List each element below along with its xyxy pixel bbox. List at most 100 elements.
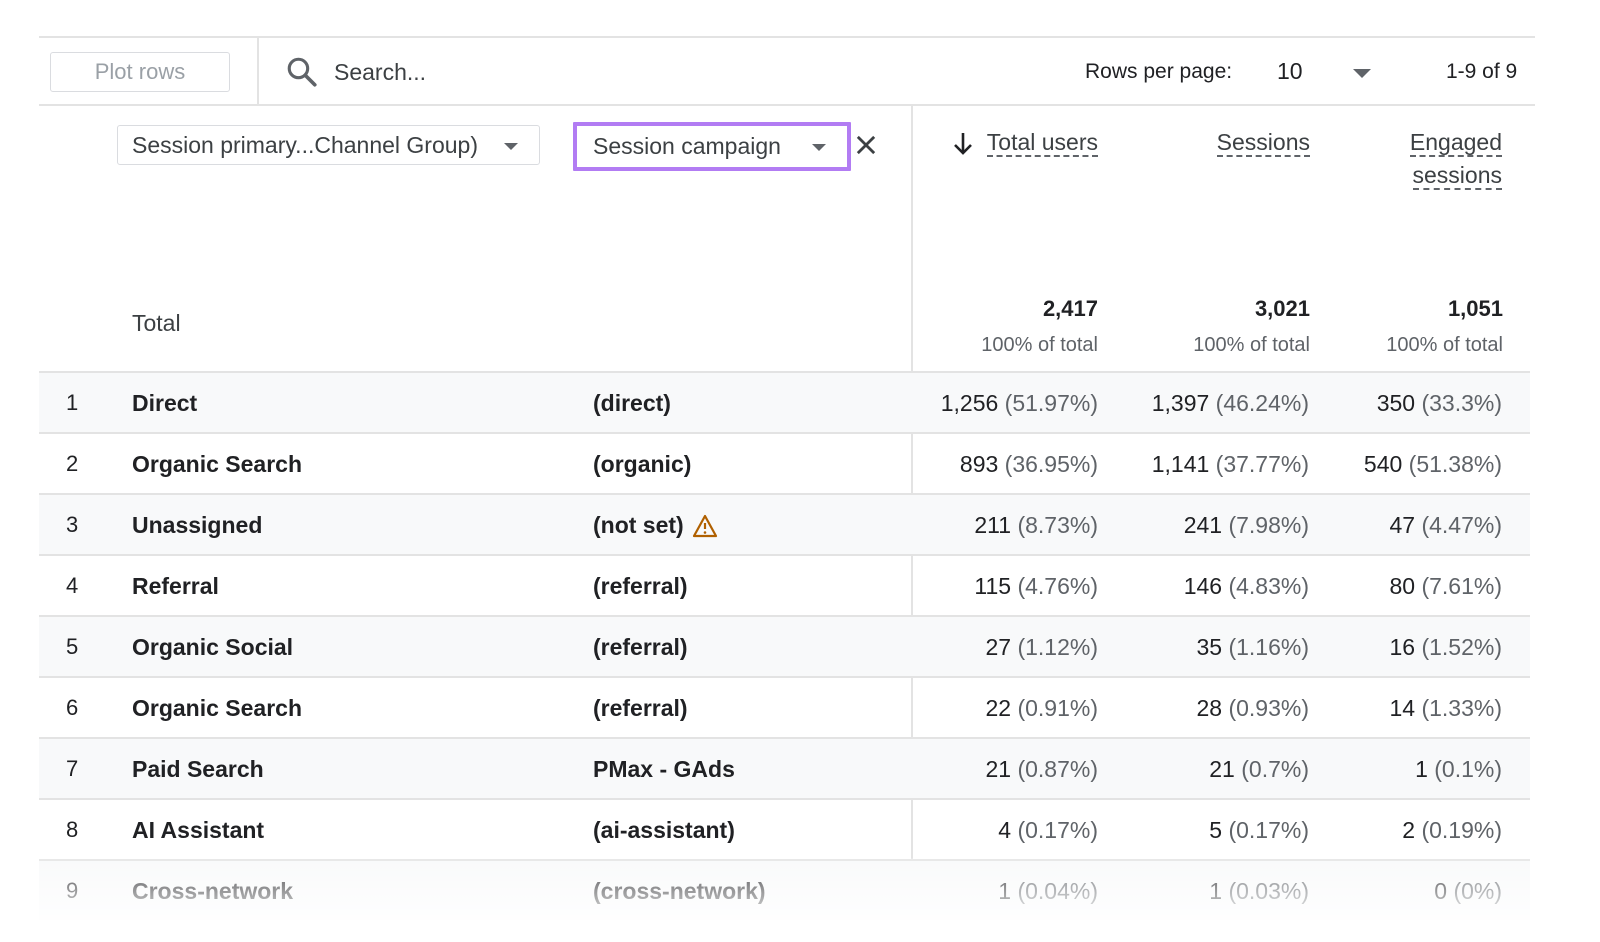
total-users-total-pct: 100% of total [981, 334, 1098, 356]
users-pct: (0.17%) [1017, 817, 1098, 843]
engaged-value: 1 [1415, 756, 1428, 782]
plot-rows-button[interactable]: Plot rows [50, 52, 230, 92]
sessions-value: 21 [1209, 756, 1235, 782]
secondary-dimension-label: Session campaign [593, 133, 781, 159]
channel-cell: Organic Search [132, 451, 303, 477]
campaign-cell: (ai-assistant) [593, 817, 735, 844]
total-users-total: 2,417 [1042, 296, 1098, 321]
sessions-header-label: Sessions [1216, 129, 1310, 157]
engaged-cell: 540 (51.38%) [1282, 451, 1502, 478]
table-body: 1 Direct (direct) 1,256 (51.97%) 1,397 (… [39, 371, 1530, 920]
users-value: 22 [985, 695, 1012, 721]
engaged-value: 14 [1389, 695, 1416, 721]
engaged-cell: 2 (0.19%) [1282, 817, 1502, 844]
table-row[interactable]: 6 Organic Search (referral) 22 (0.91%) 2… [39, 676, 1530, 737]
engaged-value: 0 [1434, 878, 1448, 904]
engaged-cell: 14 (1.33%) [1282, 695, 1502, 722]
engaged-cell: 80 (7.61%) [1282, 573, 1502, 600]
column-header-total-users[interactable]: Total users [948, 126, 1098, 159]
campaign-cell: (not set) [593, 512, 718, 539]
sessions-value: 146 [1183, 573, 1223, 599]
search-input[interactable] [334, 52, 734, 92]
sessions-cell: 5 (0.17%) [1089, 817, 1309, 844]
channel-cell: Organic Search [132, 695, 303, 721]
chevron-down-icon[interactable] [1353, 69, 1371, 78]
warning-icon[interactable] [692, 514, 718, 538]
row-index: 1 [66, 390, 79, 415]
campaign-cell: (organic) [593, 451, 691, 478]
engaged-cell: 16 (1.52%) [1282, 634, 1502, 661]
column-header-sessions[interactable]: Sessions [1160, 126, 1310, 159]
sessions-cell: 241 (7.98%) [1089, 512, 1309, 539]
sessions-value: 241 [1183, 512, 1223, 538]
sessions-cell: 35 (1.16%) [1089, 634, 1309, 661]
users-value: 893 [959, 451, 999, 477]
users-value: 21 [985, 756, 1012, 782]
sessions-cell: 28 (0.93%) [1089, 695, 1309, 722]
users-value: 115 [974, 573, 1012, 599]
table-row[interactable]: 9 Cross-network (cross-network) 1 (0.04%… [39, 859, 1530, 920]
campaign-text: (referral) [593, 573, 688, 599]
campaign-text: PMax - GAds [593, 756, 735, 782]
sessions-cell: 21 (0.7%) [1089, 756, 1309, 783]
row-index: 4 [66, 573, 79, 598]
campaign-cell: (referral) [593, 634, 688, 661]
campaign-text: (direct) [593, 390, 671, 416]
primary-dimension-select[interactable]: Session primary...Channel Group) [117, 125, 540, 165]
secondary-dimension-select[interactable]: Session campaign [573, 122, 851, 171]
row-index: 6 [66, 695, 79, 720]
users-cell: 22 (0.91%) [878, 695, 1098, 722]
table-row[interactable]: 2 Organic Search (organic) 893 (36.95%) … [39, 432, 1530, 493]
row-index: 3 [66, 512, 79, 537]
users-pct: (0.04%) [1017, 878, 1098, 904]
table-row[interactable]: 7 Paid Search PMax - GAds 21 (0.87%) 21 … [39, 737, 1530, 798]
users-pct: (0.91%) [1017, 695, 1098, 721]
engaged-value: 350 [1376, 390, 1416, 416]
table-row[interactable]: 3 Unassigned (not set) 211 (8.73%) 241 (… [39, 493, 1530, 554]
campaign-cell: (cross-network) [593, 878, 766, 905]
users-pct: (36.95%) [1004, 451, 1098, 477]
total-users-header-label: Total users [986, 129, 1098, 157]
table-toolbar: Plot rows Rows per page: 10 1-9 of 9 [39, 36, 1535, 106]
users-cell: 4 (0.17%) [878, 817, 1098, 844]
users-pct: (0.87%) [1017, 756, 1098, 782]
campaign-text: (not set) [593, 512, 684, 538]
close-icon[interactable] [852, 131, 880, 159]
table-row[interactable]: 5 Organic Social (referral) 27 (1.12%) 3… [39, 615, 1530, 676]
search-icon [287, 57, 317, 87]
users-cell: 1,256 (51.97%) [878, 390, 1098, 417]
engaged-total-pct: 100% of total [1386, 334, 1503, 356]
channel-cell: Direct [132, 390, 198, 416]
channel-cell: AI Assistant [132, 817, 265, 843]
engaged-pct: (0.19%) [1421, 817, 1502, 843]
users-pct: (1.12%) [1017, 634, 1098, 660]
engaged-pct: (51.38%) [1408, 451, 1502, 477]
campaign-cell: PMax - GAds [593, 756, 735, 783]
sessions-cell: 1,141 (37.77%) [1089, 451, 1309, 478]
engaged-pct: (0%) [1453, 878, 1502, 904]
channel-cell: Cross-network [132, 878, 294, 904]
rows-per-page-select[interactable]: 10 [1277, 58, 1303, 85]
sessions-cell: 146 (4.83%) [1089, 573, 1309, 600]
users-pct: (51.97%) [1004, 390, 1098, 416]
engaged-pct: (7.61%) [1421, 573, 1502, 599]
users-cell: 21 (0.87%) [878, 756, 1098, 783]
sessions-value: 35 [1196, 634, 1223, 660]
table-row[interactable]: 8 AI Assistant (ai-assistant) 4 (0.17%) … [39, 798, 1530, 859]
campaign-text: (ai-assistant) [593, 817, 735, 843]
campaign-cell: (direct) [593, 390, 671, 417]
column-header-engaged-sessions[interactable]: Engaged sessions [1352, 126, 1502, 192]
users-cell: 211 (8.73%) [878, 512, 1098, 539]
users-cell: 1 (0.04%) [878, 878, 1098, 905]
engaged-pct: (4.47%) [1421, 512, 1502, 538]
table-row[interactable]: 4 Referral (referral) 115 (4.76%) 146 (4… [39, 554, 1530, 615]
engaged-value: 80 [1389, 573, 1416, 599]
sessions-total-pct: 100% of total [1193, 334, 1310, 356]
engaged-pct: (1.52%) [1421, 634, 1502, 660]
campaign-cell: (referral) [593, 695, 688, 722]
campaign-text: (organic) [593, 451, 692, 477]
row-index: 7 [66, 756, 79, 781]
table-row[interactable]: 1 Direct (direct) 1,256 (51.97%) 1,397 (… [39, 371, 1530, 432]
totals-label: Total [132, 310, 181, 336]
sessions-total: 3,021 [1254, 296, 1310, 321]
